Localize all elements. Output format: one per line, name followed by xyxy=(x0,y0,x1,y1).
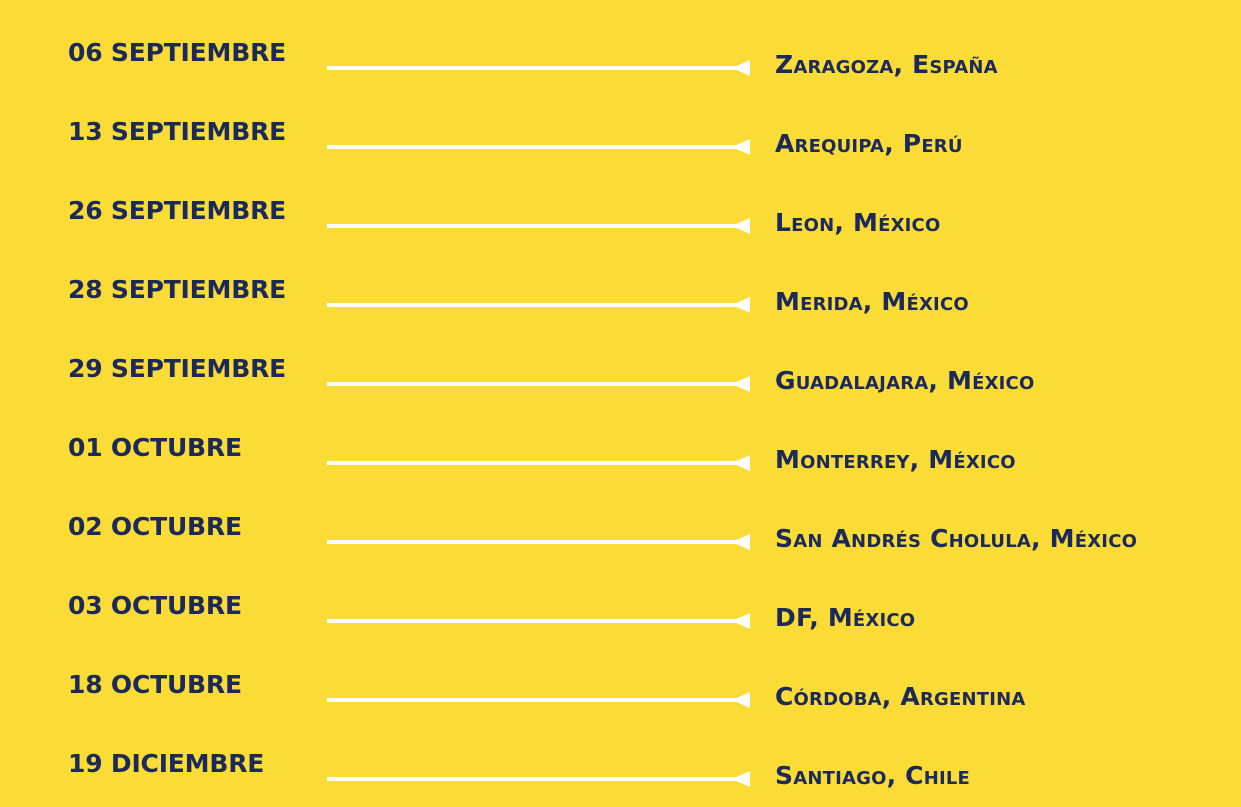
event-location: Guadalajara, México xyxy=(775,366,1035,395)
event-date: 06 SEPTIEMBRE xyxy=(68,38,286,67)
event-location: Córdoba, Argentina xyxy=(775,682,1026,711)
event-location: Merida, México xyxy=(775,287,969,316)
event-date: 28 SEPTIEMBRE xyxy=(68,275,286,304)
event-location: Zaragoza, España xyxy=(775,50,998,79)
event-date: 03 OCTUBRE xyxy=(68,591,242,620)
arrow-connector-icon xyxy=(327,534,750,550)
tour-date-row: 29 SEPTIEMBRE Guadalajara, México xyxy=(0,333,1241,412)
event-location: Arequipa, Perú xyxy=(775,129,963,158)
tour-dates-list: 06 SEPTIEMBRE Zaragoza, España 13 SEPTIE… xyxy=(0,0,1241,807)
event-location: Leon, México xyxy=(775,208,941,237)
arrow-connector-icon xyxy=(327,771,750,787)
event-location: San Andrés Cholula, México xyxy=(775,524,1138,553)
event-date: 02 OCTUBRE xyxy=(68,512,242,541)
tour-date-row: 01 OCTUBRE Monterrey, México xyxy=(0,412,1241,491)
arrow-connector-icon xyxy=(327,613,750,629)
tour-date-row: 13 SEPTIEMBRE Arequipa, Perú xyxy=(0,96,1241,175)
event-date: 01 OCTUBRE xyxy=(68,433,242,462)
arrow-connector-icon xyxy=(327,139,750,155)
arrow-connector-icon xyxy=(327,692,750,708)
arrow-connector-icon xyxy=(327,376,750,392)
tour-date-row: 19 DICIEMBRE Santiago, Chile xyxy=(0,728,1241,807)
tour-date-row: 18 OCTUBRE Córdoba, Argentina xyxy=(0,649,1241,728)
arrow-connector-icon xyxy=(327,297,750,313)
tour-date-row: 06 SEPTIEMBRE Zaragoza, España xyxy=(0,17,1241,96)
event-date: 13 SEPTIEMBRE xyxy=(68,117,286,146)
event-date: 19 DICIEMBRE xyxy=(68,749,265,778)
event-date: 26 SEPTIEMBRE xyxy=(68,196,286,225)
tour-date-row: 02 OCTUBRE San Andrés Cholula, México xyxy=(0,491,1241,570)
arrow-connector-icon xyxy=(327,60,750,76)
tour-date-row: 03 OCTUBRE DF, México xyxy=(0,570,1241,649)
arrow-connector-icon xyxy=(327,455,750,471)
event-location: Santiago, Chile xyxy=(775,761,971,790)
event-date: 18 OCTUBRE xyxy=(68,670,242,699)
tour-date-row: 26 SEPTIEMBRE Leon, México xyxy=(0,175,1241,254)
event-location: DF, México xyxy=(775,603,916,632)
arrow-connector-icon xyxy=(327,218,750,234)
event-location: Monterrey, México xyxy=(775,445,1016,474)
tour-date-row: 28 SEPTIEMBRE Merida, México xyxy=(0,254,1241,333)
event-date: 29 SEPTIEMBRE xyxy=(68,354,286,383)
